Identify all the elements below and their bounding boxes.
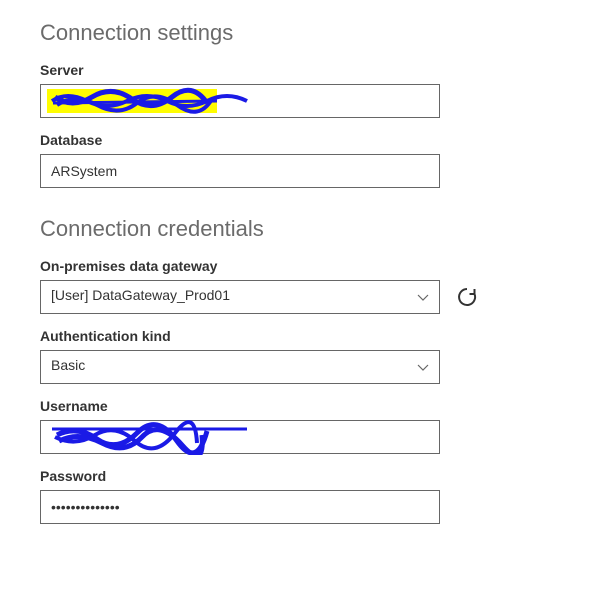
database-label: Database xyxy=(40,132,575,148)
connection-credentials-heading: Connection credentials xyxy=(40,216,575,242)
auth-kind-select[interactable]: Basic xyxy=(40,350,440,384)
server-input[interactable] xyxy=(40,84,440,118)
server-label: Server xyxy=(40,62,575,78)
password-label: Password xyxy=(40,468,575,484)
server-highlight xyxy=(47,89,217,113)
auth-kind-label: Authentication kind xyxy=(40,328,575,344)
gateway-label: On-premises data gateway xyxy=(40,258,575,274)
database-input[interactable] xyxy=(40,154,440,188)
connection-settings-heading: Connection settings xyxy=(40,20,575,46)
username-label: Username xyxy=(40,398,575,414)
refresh-icon xyxy=(456,286,478,308)
username-input[interactable] xyxy=(40,420,440,454)
scribble-redaction xyxy=(47,417,257,455)
password-input[interactable] xyxy=(40,490,440,524)
gateway-select[interactable]: [User] DataGateway_Prod01 xyxy=(40,280,440,314)
refresh-gateway-button[interactable] xyxy=(452,282,482,312)
